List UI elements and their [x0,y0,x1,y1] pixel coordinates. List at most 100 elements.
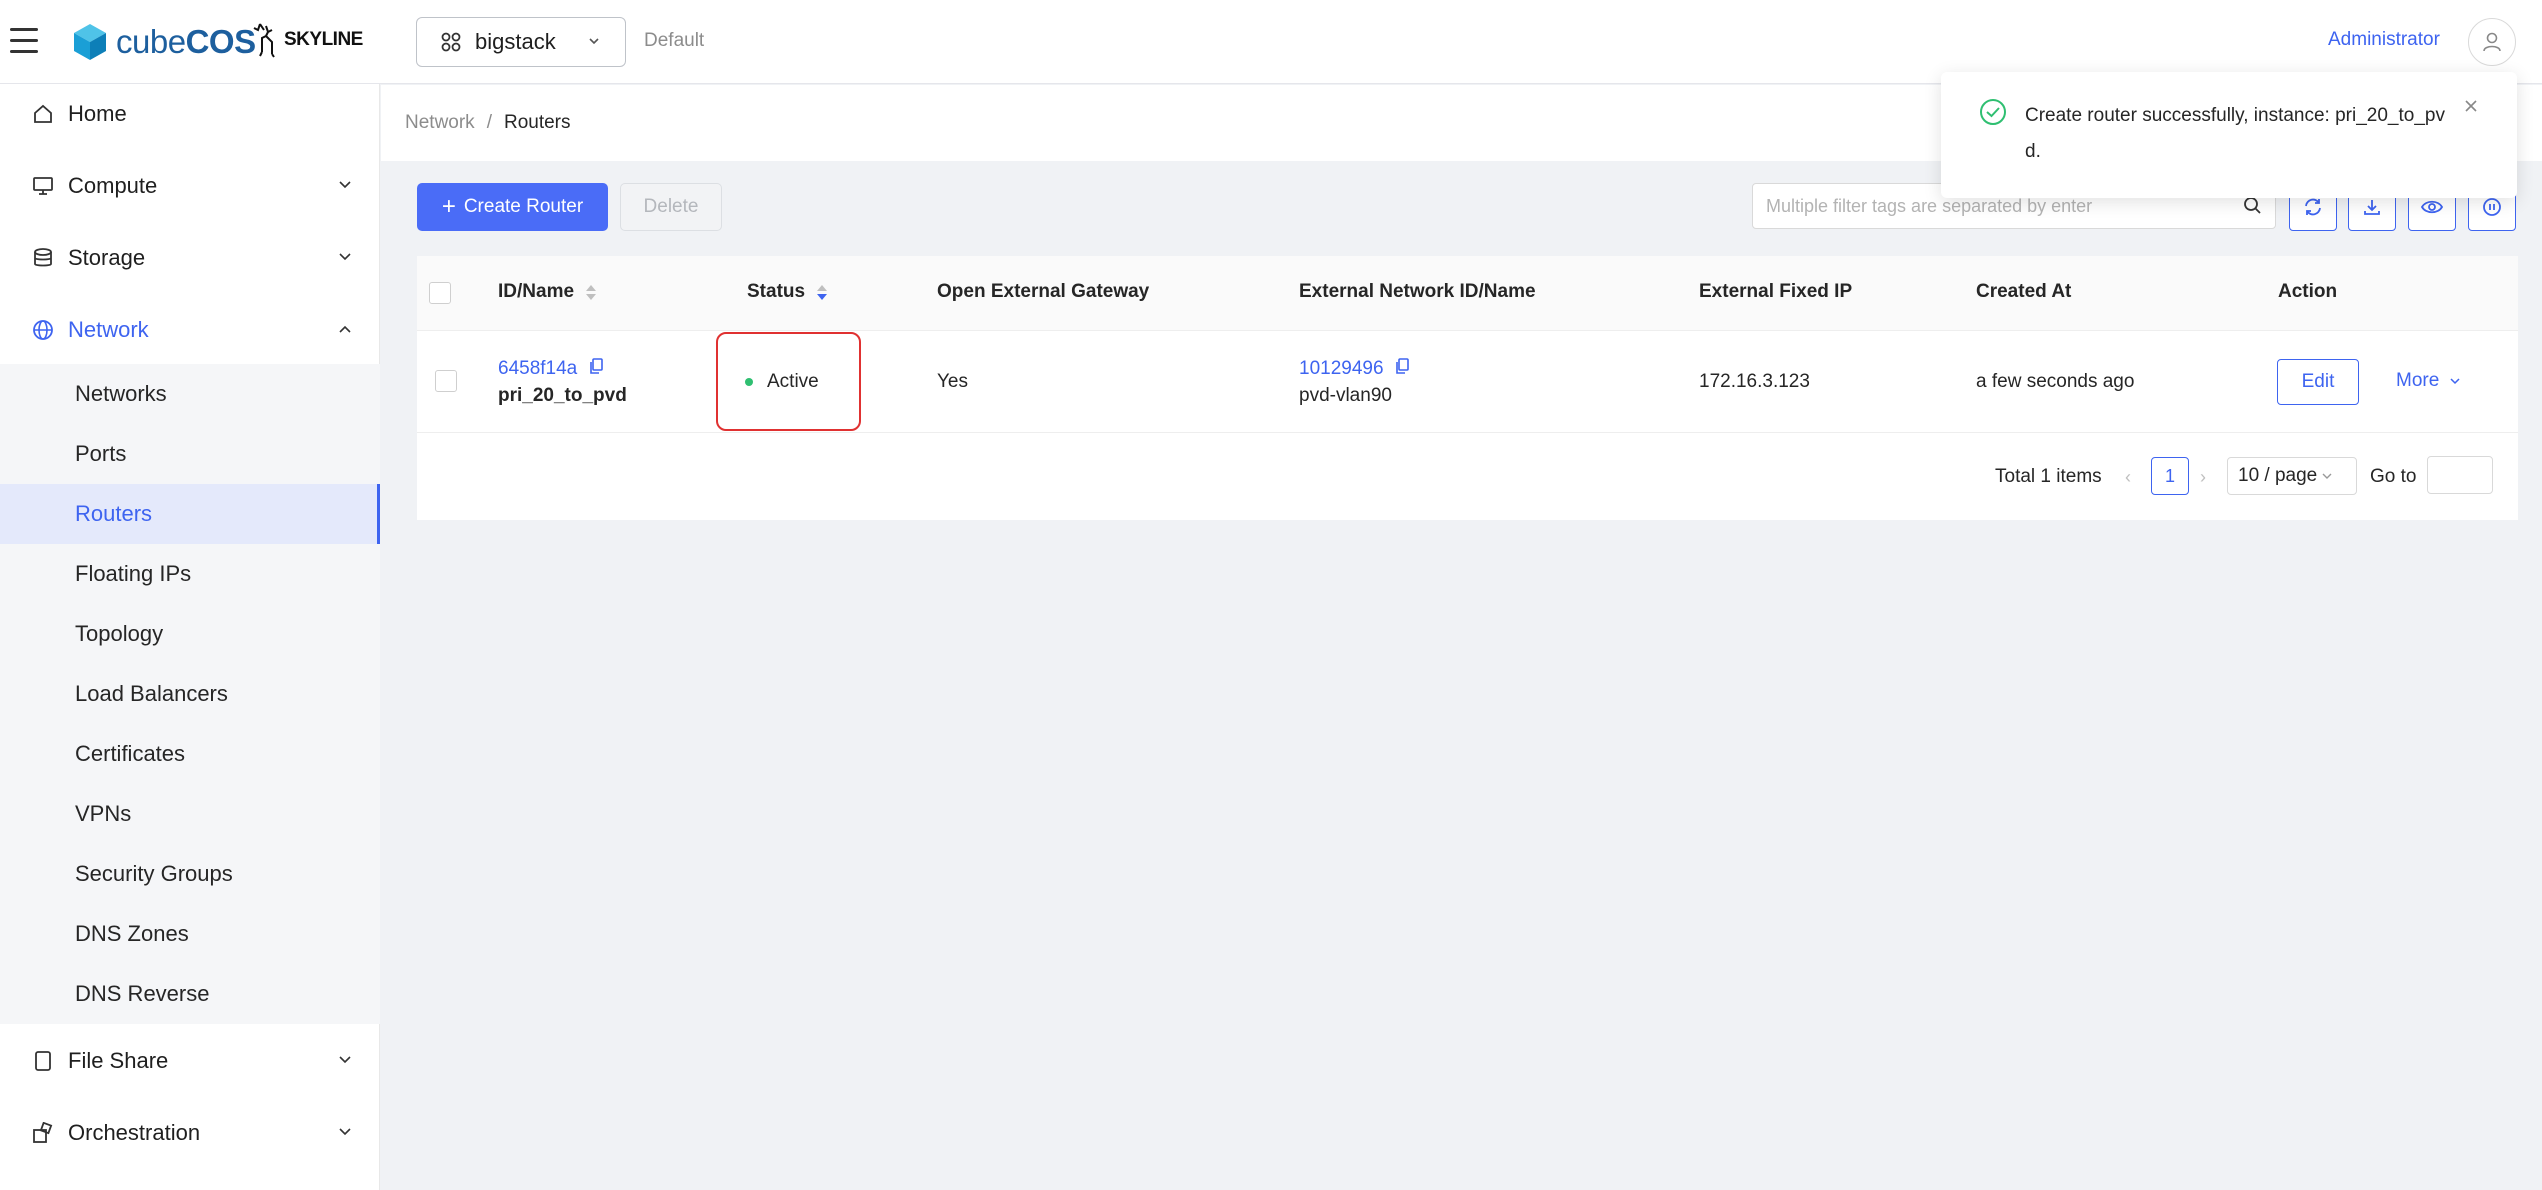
breadcrumb-separator: / [486,112,492,133]
chevron-down-icon [339,253,351,261]
status-dot-icon [745,377,753,386]
delete-button[interactable]: Delete [620,183,722,231]
created-at-value: a few seconds ago [1976,371,2135,392]
cube-logo-icon [74,24,106,60]
column-label: Created At [1976,281,2072,302]
chevron-down-icon [589,38,599,45]
column-header-id-name[interactable]: ID/Name [498,281,597,303]
page-size-value: 10 / page [2238,465,2318,486]
sidebar-item-label: File Share [68,1048,169,1073]
page-size-select[interactable]: 10 / page [2227,457,2357,495]
download-icon [2364,200,2380,215]
create-router-button[interactable]: + Create Router [417,183,608,231]
sidebar-item-network[interactable]: Network [0,300,380,360]
next-page-icon[interactable]: › [2200,467,2206,488]
prev-page-icon[interactable]: ‹ [2125,467,2131,488]
sidebar-item-label: Compute [68,173,158,198]
apps-icon [441,32,461,52]
sort-icon[interactable] [817,284,828,300]
orchestration-icon [33,1122,53,1143]
copy-icon[interactable] [1395,358,1409,374]
menu-toggle-icon[interactable] [10,28,38,54]
sidebar-item-storage[interactable]: Storage [0,228,380,288]
sort-icon[interactable] [586,284,597,300]
column-header-external-network: External Network ID/Name [1299,281,1536,303]
select-all-checkbox[interactable] [429,282,451,304]
chevron-down-icon [2450,378,2460,385]
page-1-button[interactable]: 1 [2151,457,2189,495]
column-header-open-external-gateway: Open External Gateway [937,281,1149,303]
sidebar-item-dns-zones[interactable]: DNS Zones [0,904,380,964]
check-circle-icon [1980,99,2006,125]
chevron-down-icon [339,1128,351,1136]
brand-text: cubeCOS [116,23,256,60]
user-avatar[interactable] [2468,18,2516,66]
file-icon [35,1051,51,1071]
plus-icon: + [441,193,456,220]
router-id-link[interactable]: 6458f14a [498,358,577,379]
skyline-text: SKYLINE [284,29,363,50]
router-id-cell: 6458f14a [498,358,603,380]
sidebar-item-label: Storage [68,245,146,270]
breadcrumb-current: Routers [503,112,571,133]
cubecos-logo[interactable]: cubeCOS [72,20,256,64]
sidebar: Home Compute Storage Network Networks Po… [0,84,380,1190]
notification-message: Create router successfully, instance: pr… [2025,105,2445,162]
column-header-status[interactable]: Status [747,281,828,303]
column-label: Action [2278,281,2338,302]
domain-label: Default [644,30,705,51]
router-name: pri_20_to_pvd [498,385,627,406]
breadcrumb: Network / Routers [405,112,571,134]
chevron-down-icon [2322,473,2332,479]
external-network-name: pvd-vlan90 [1299,385,1392,406]
skyline-logo: SKYLINE [252,22,363,58]
goto-label: Go to [2370,466,2417,487]
routers-table: ID/Name Status Open External Gateway Ext… [417,256,2518,520]
sidebar-item-dns-reverse[interactable]: DNS Reverse [0,964,380,1024]
project-select[interactable]: bigstack [416,17,626,67]
column-label: ID/Name [498,281,575,302]
sidebar-item-load-balancers[interactable]: Load Balancers [0,664,380,724]
search-icon[interactable] [2243,196,2263,216]
user-link[interactable]: Administrator [2328,29,2440,51]
status-text: Active [767,371,819,392]
sidebar-item-orchestration[interactable]: Orchestration [0,1103,380,1163]
column-label: External Network ID/Name [1299,281,1536,302]
project-name: bigstack [475,29,556,54]
more-dropdown[interactable]: More [2396,370,2461,392]
globe-icon [33,320,53,340]
create-router-label: Create Router [463,196,584,217]
sidebar-item-routers[interactable]: Routers [0,484,380,544]
sidebar-item-topology[interactable]: Topology [0,604,380,664]
sidebar-item-compute[interactable]: Compute [0,156,380,216]
copy-icon[interactable] [589,358,603,374]
column-header-created-at: Created At [1976,281,2071,303]
external-network-id-link[interactable]: 10129496 [1299,358,1384,379]
sidebar-item-home[interactable]: Home [0,84,380,144]
sidebar-item-file-share[interactable]: File Share [0,1031,380,1091]
home-icon [34,104,52,123]
chevron-up-icon [339,325,351,333]
breadcrumb-network[interactable]: Network [405,112,475,133]
goto-page-input[interactable] [2427,456,2493,494]
column-header-action: Action [2278,281,2337,303]
sidebar-item-floating-ips[interactable]: Floating IPs [0,544,380,604]
sidebar-item-vpns[interactable]: VPNs [0,784,380,844]
edit-button[interactable]: Edit [2277,359,2359,405]
open-external-gateway-value: Yes [937,371,968,392]
table-row: 6458f14a pri_20_to_pvd Active Yes 101294… [417,332,2518,433]
sidebar-item-label: Orchestration [68,1120,201,1145]
sidebar-item-ports[interactable]: Ports [0,424,380,484]
sidebar-item-security-groups[interactable]: Security Groups [0,844,380,904]
close-icon[interactable] [2463,98,2479,114]
column-header-external-fixed-ip: External Fixed IP [1699,281,1852,303]
database-icon [34,248,52,267]
chevron-down-icon [339,181,351,189]
external-fixed-ip-value: 172.16.3.123 [1699,371,1810,392]
sidebar-item-certificates[interactable]: Certificates [0,724,380,784]
sidebar-item-networks[interactable]: Networks [0,364,380,424]
table-header: ID/Name Status Open External Gateway Ext… [417,256,2518,331]
status-cell: Active [745,371,819,393]
row-checkbox[interactable] [435,370,457,392]
refresh-icon [2305,198,2321,216]
